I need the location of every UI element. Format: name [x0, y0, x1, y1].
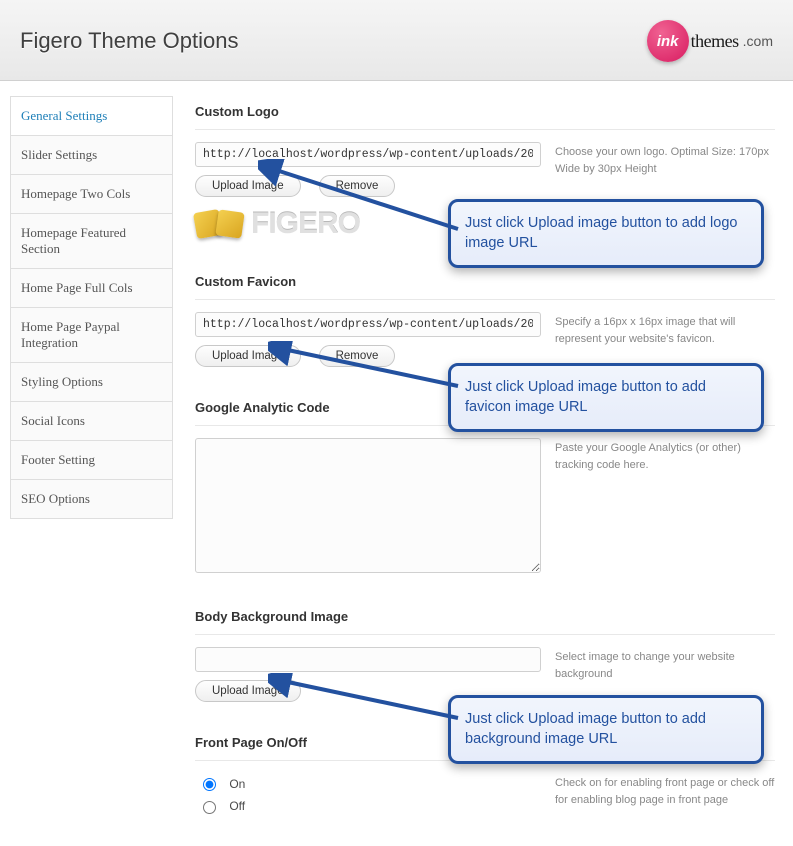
- main-panel: Custom Logo Upload Image Remove FIGERO: [173, 81, 793, 846]
- front-page-off-label[interactable]: Off: [195, 795, 541, 817]
- logo-circle-icon: ink: [647, 20, 689, 62]
- callout-favicon: Just click Upload image button to add fa…: [448, 363, 764, 432]
- front-page-on-text: On: [229, 777, 245, 791]
- logo-text: themes: [691, 31, 739, 52]
- sidebar-item-slider-settings[interactable]: Slider Settings: [11, 136, 172, 175]
- sidebar-item-footer-setting[interactable]: Footer Setting: [11, 441, 172, 480]
- front-page-help: Check on for enabling front page or chec…: [555, 773, 775, 818]
- analytics-help: Paste your Google Analytics (or other) t…: [555, 438, 775, 576]
- brand-logo: ink themes .com: [647, 20, 773, 62]
- section-title-custom-favicon: Custom Favicon: [195, 266, 775, 300]
- page-title: Figero Theme Options: [20, 28, 238, 54]
- body-bg-help: Select image to change your website back…: [555, 647, 775, 702]
- front-page-off-text: Off: [229, 799, 245, 813]
- body-bg-input[interactable]: [195, 647, 541, 672]
- sidebar-item-homepage-two-cols[interactable]: Homepage Two Cols: [11, 175, 172, 214]
- remove-favicon-button[interactable]: Remove: [319, 345, 396, 367]
- custom-favicon-help: Specify a 16px x 16px image that will re…: [555, 312, 775, 367]
- analytics-textarea[interactable]: [195, 438, 541, 573]
- sidebar-item-home-full-cols[interactable]: Home Page Full Cols: [11, 269, 172, 308]
- section-title-custom-logo: Custom Logo: [195, 96, 775, 130]
- header: Figero Theme Options ink themes .com: [0, 0, 793, 81]
- front-page-on-radio[interactable]: [203, 778, 216, 791]
- sidebar: General Settings Slider Settings Homepag…: [10, 96, 173, 519]
- callout-logo: Just click Upload image button to add lo…: [448, 199, 764, 268]
- sidebar-item-seo-options[interactable]: SEO Options: [11, 480, 172, 518]
- callout-bg: Just click Upload image button to add ba…: [448, 695, 764, 764]
- sidebar-item-homepage-featured[interactable]: Homepage Featured Section: [11, 214, 172, 269]
- section-title-body-bg: Body Background Image: [195, 601, 775, 635]
- upload-favicon-button[interactable]: Upload Image: [195, 345, 301, 367]
- logo-domain: .com: [743, 33, 773, 49]
- front-page-off-radio[interactable]: [203, 801, 216, 814]
- logo-preview-text: FIGERO: [251, 207, 360, 241]
- upload-logo-button[interactable]: Upload Image: [195, 175, 301, 197]
- upload-body-bg-button[interactable]: Upload Image: [195, 680, 301, 702]
- sidebar-item-general-settings[interactable]: General Settings: [11, 97, 172, 136]
- sidebar-item-paypal-integration[interactable]: Home Page Paypal Integration: [11, 308, 172, 363]
- remove-logo-button[interactable]: Remove: [319, 175, 396, 197]
- custom-favicon-input[interactable]: [195, 312, 541, 337]
- sidebar-item-styling-options[interactable]: Styling Options: [11, 363, 172, 402]
- dice-icon: [195, 211, 243, 237]
- front-page-on-label[interactable]: On: [195, 773, 541, 795]
- sidebar-item-social-icons[interactable]: Social Icons: [11, 402, 172, 441]
- custom-logo-input[interactable]: [195, 142, 541, 167]
